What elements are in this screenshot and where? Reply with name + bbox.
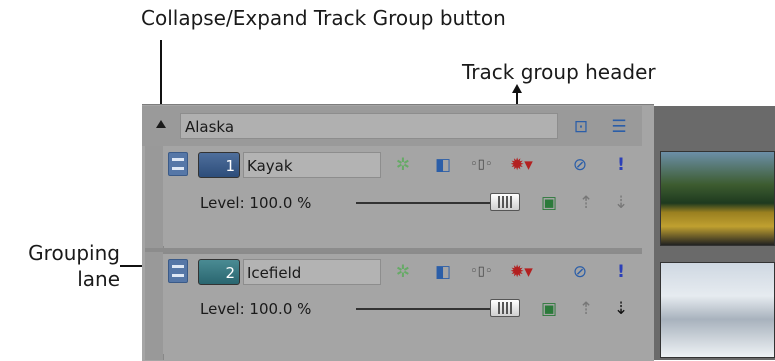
track-number[interactable]: 1 [198,152,240,178]
level-slider-thumb[interactable] [490,193,520,211]
solo-icon[interactable]: ! [610,154,632,176]
group-menu-icon[interactable]: ☰ [608,116,630,138]
callout-grouping-line2: lane [77,267,120,291]
track-header-icon[interactable]: ⊡ [570,116,592,138]
compositing-mode-icon[interactable]: ◧ [432,154,454,176]
overlay-icon[interactable]: ▣ [538,192,560,214]
event-thumbnail[interactable] [660,151,775,246]
fx-icon[interactable]: ✲ [392,261,414,283]
gear-icon[interactable]: ✹▾ [510,154,533,176]
callout-collapse: Collapse/Expand Track Group button [141,6,506,30]
gear-icon[interactable]: ✹▾ [510,261,533,283]
parent-track-icon[interactable]: ⇡ [575,298,597,320]
level-slider-track[interactable] [356,202,498,204]
level-label: Level: 100.0 % [200,300,312,318]
overlay-icon[interactable]: ▣ [538,298,560,320]
group-name-field[interactable]: Alaska [180,113,558,139]
pan-crop-icon[interactable]: ◦▯◦ [470,261,493,283]
callout-header: Track group header [462,60,656,84]
child-track-icon[interactable]: ⇣ [610,298,632,320]
track-name-field[interactable]: Kayak [243,152,381,178]
callout-collapse-line [160,40,162,113]
fx-icon[interactable]: ✲ [392,154,414,176]
solo-icon[interactable]: ! [610,261,632,283]
level-label: Level: 100.0 % [200,194,312,212]
collapse-expand-button[interactable] [156,120,166,128]
level-slider-track[interactable] [356,308,498,310]
level-slider-thumb[interactable] [490,299,520,317]
pan-crop-icon[interactable]: ◦▯◦ [470,154,493,176]
grouping-lane[interactable] [145,146,164,360]
callout-grouping-line1: Grouping [28,241,120,265]
expand-track-layers-button[interactable] [168,152,188,176]
expand-track-layers-button[interactable] [168,259,188,283]
compositing-mode-icon[interactable]: ◧ [432,261,454,283]
callout-grouping: Grouping lane [8,240,120,292]
parent-track-icon[interactable]: ⇡ [575,192,597,214]
mute-icon[interactable]: ⊘ [569,261,591,283]
track-number[interactable]: 2 [198,259,240,285]
child-track-icon[interactable]: ⇣ [610,192,632,214]
mute-icon[interactable]: ⊘ [569,154,591,176]
track-name-field[interactable]: Icefield [243,259,381,285]
event-thumbnail[interactable] [660,262,775,358]
callout-header-arrow [512,84,522,93]
